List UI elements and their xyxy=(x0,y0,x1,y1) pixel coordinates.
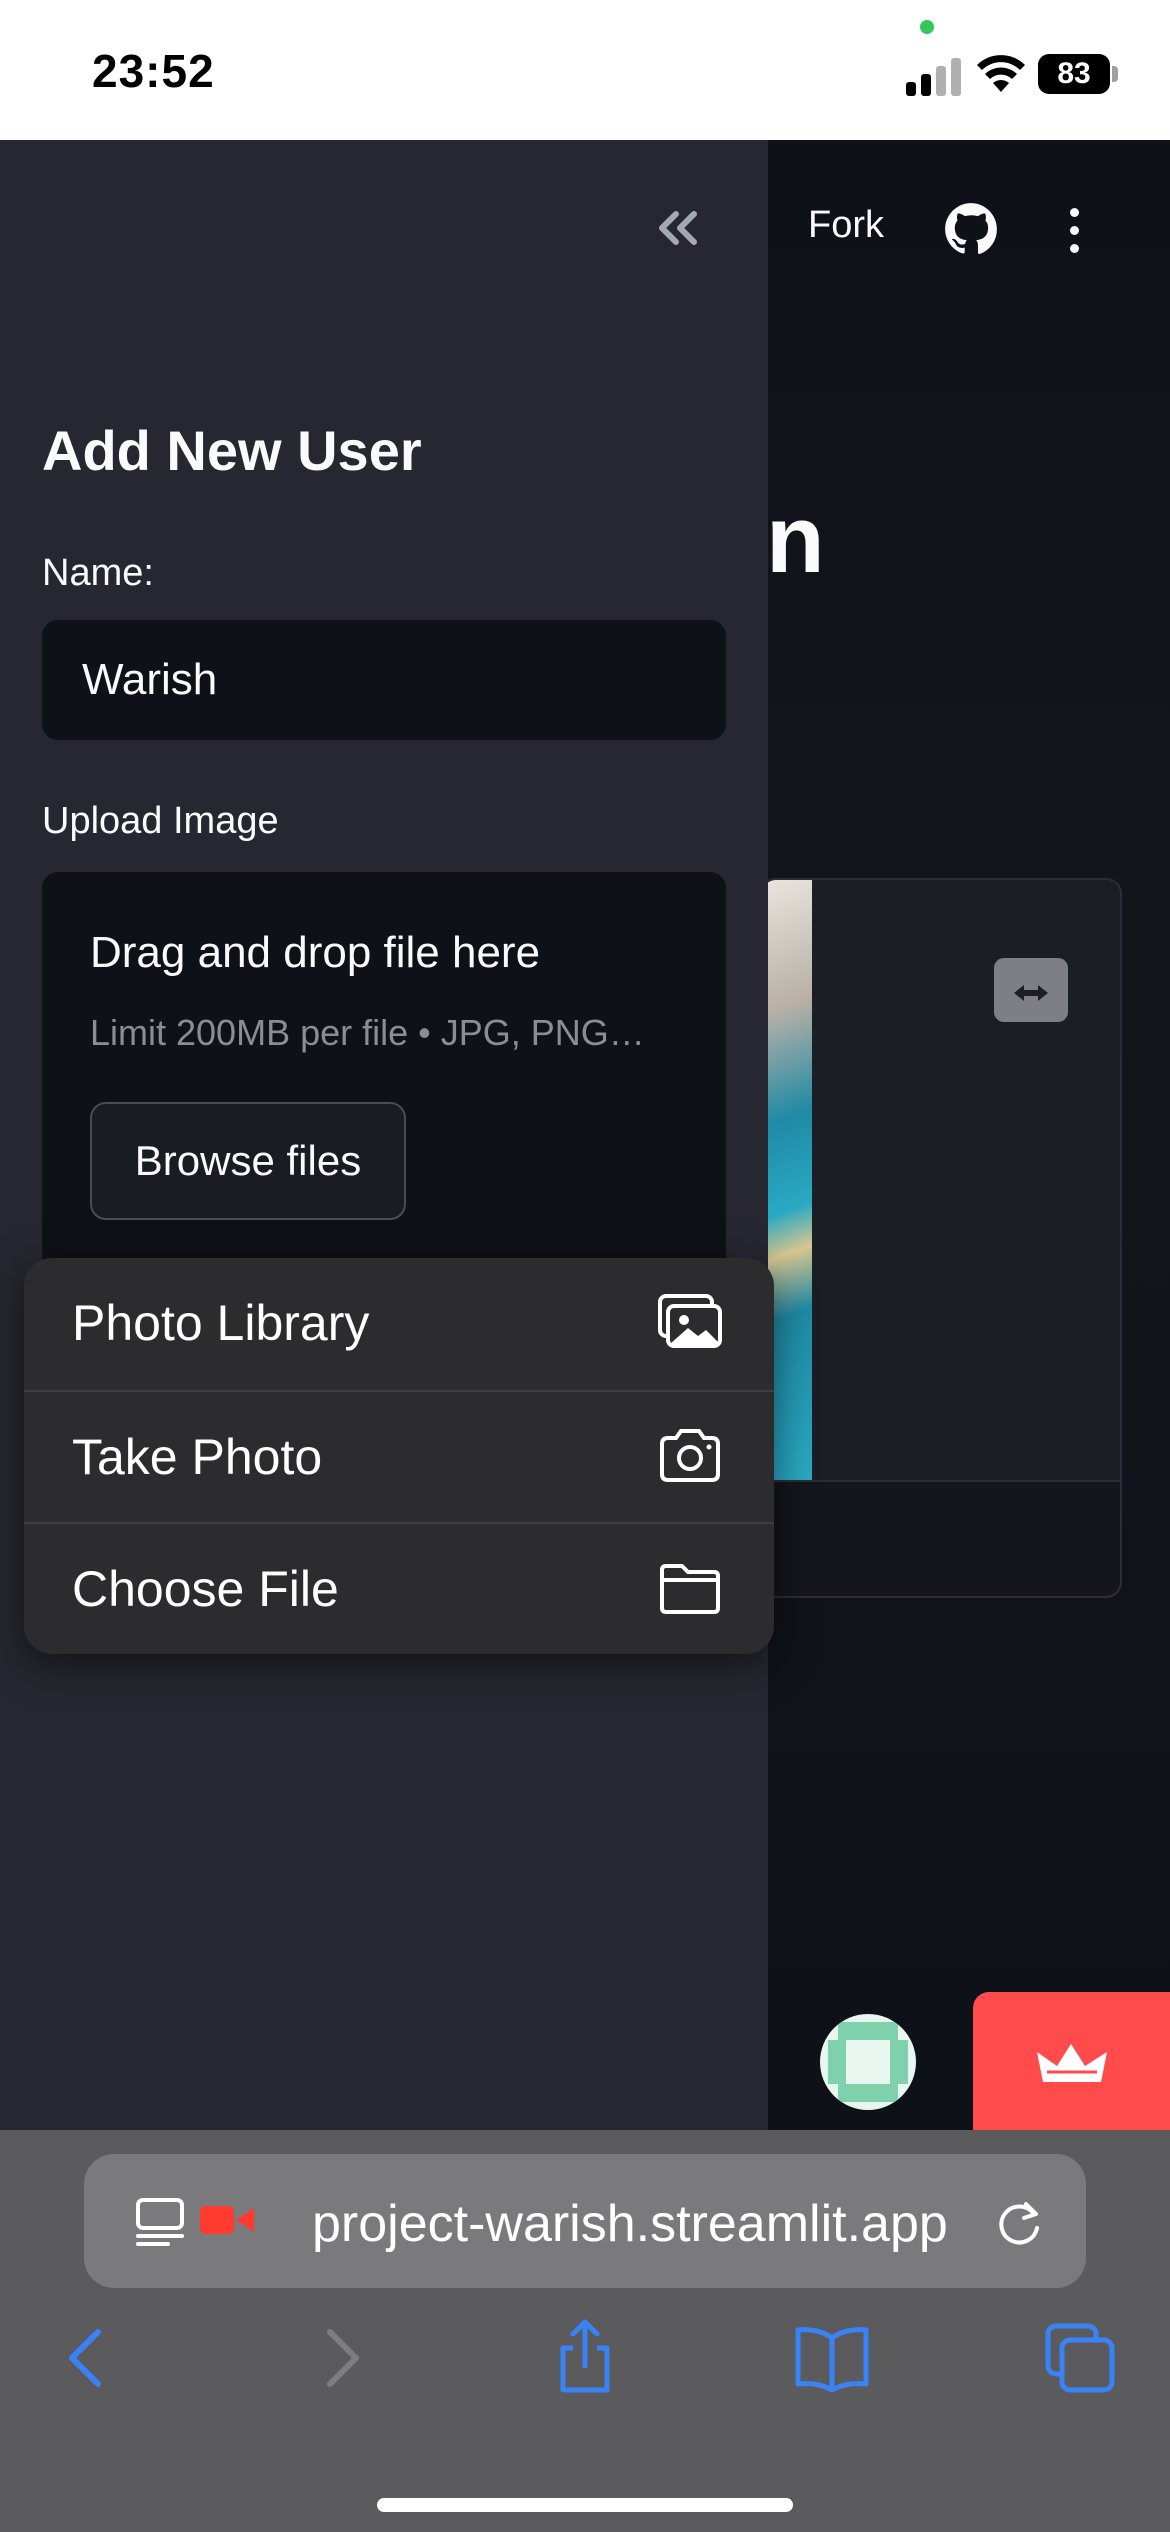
forward-icon[interactable] xyxy=(300,2318,380,2398)
dropzone-limit: Limit 200MB per file • JPG, PNG… xyxy=(90,1012,645,1053)
switch-camera-icon[interactable] xyxy=(994,958,1068,1022)
collapse-sidebar-icon[interactable] xyxy=(650,200,706,256)
manage-app-button[interactable] xyxy=(973,1992,1170,2132)
menu-item-label: Take Photo xyxy=(72,1429,323,1485)
cellular-signal-icon xyxy=(906,56,962,96)
streamlit-crown-icon xyxy=(1037,2044,1107,2082)
url-text: project-warish.streamlit.app xyxy=(312,2195,948,2253)
page-menu-icon[interactable] xyxy=(134,2196,186,2248)
take-photo-bar[interactable] xyxy=(762,1480,1120,1596)
battery-icon: 83 xyxy=(1038,54,1110,94)
name-input[interactable] xyxy=(42,620,726,740)
name-label: Name: xyxy=(42,552,154,594)
back-icon[interactable] xyxy=(48,2318,128,2398)
dropzone-title: Drag and drop file here xyxy=(90,928,541,977)
address-bar[interactable]: project-warish.streamlit.app xyxy=(84,2154,1086,2288)
bookmarks-icon[interactable] xyxy=(792,2318,872,2398)
battery-cap xyxy=(1112,66,1118,82)
menu-item-label: Photo Library xyxy=(72,1295,370,1351)
sidebar-title: Add New User xyxy=(42,419,422,482)
menu-item-label: Choose File xyxy=(72,1561,339,1617)
camera-icon xyxy=(660,1429,720,1482)
status-time: 23:52 xyxy=(92,45,215,97)
camera-recording-icon xyxy=(200,2206,254,2234)
camera-in-use-indicator xyxy=(920,20,934,34)
browser-toolbar: project-warish.streamlit.app xyxy=(0,2130,1170,2532)
tabs-icon[interactable] xyxy=(1040,2318,1120,2398)
share-icon[interactable] xyxy=(545,2318,625,2398)
upload-image-label: Upload Image xyxy=(42,800,279,842)
menu-item-take-photo[interactable]: Take Photo xyxy=(24,1390,774,1522)
menu-item-choose-file[interactable]: Choose File xyxy=(24,1522,774,1654)
sidebar: Add New User Name: Upload Image Drag and… xyxy=(0,140,768,2130)
fork-button[interactable]: Fork xyxy=(808,204,884,247)
camera-input[interactable] xyxy=(760,878,1122,1598)
browse-files-button[interactable]: Browse files xyxy=(90,1102,406,1220)
file-dropzone[interactable]: Drag and drop file here Limit 200MB per … xyxy=(42,872,726,1272)
reload-icon[interactable] xyxy=(992,2196,1046,2250)
folder-icon xyxy=(660,1564,720,1614)
battery-level: 83 xyxy=(1057,57,1091,90)
file-source-menu: Photo Library Take Photo Choose File xyxy=(24,1258,774,1654)
home-indicator xyxy=(377,2498,793,2512)
page-title-fragment: n xyxy=(766,486,825,593)
photo-library-icon xyxy=(658,1294,722,1348)
wifi-icon xyxy=(977,55,1025,92)
streamlit-avatar-button[interactable] xyxy=(820,2014,916,2110)
github-icon[interactable] xyxy=(944,202,998,256)
status-bar: 23:52 83 xyxy=(0,0,1170,140)
main-menu-icon[interactable] xyxy=(1054,204,1094,258)
menu-item-photo-library[interactable]: Photo Library xyxy=(24,1258,774,1390)
